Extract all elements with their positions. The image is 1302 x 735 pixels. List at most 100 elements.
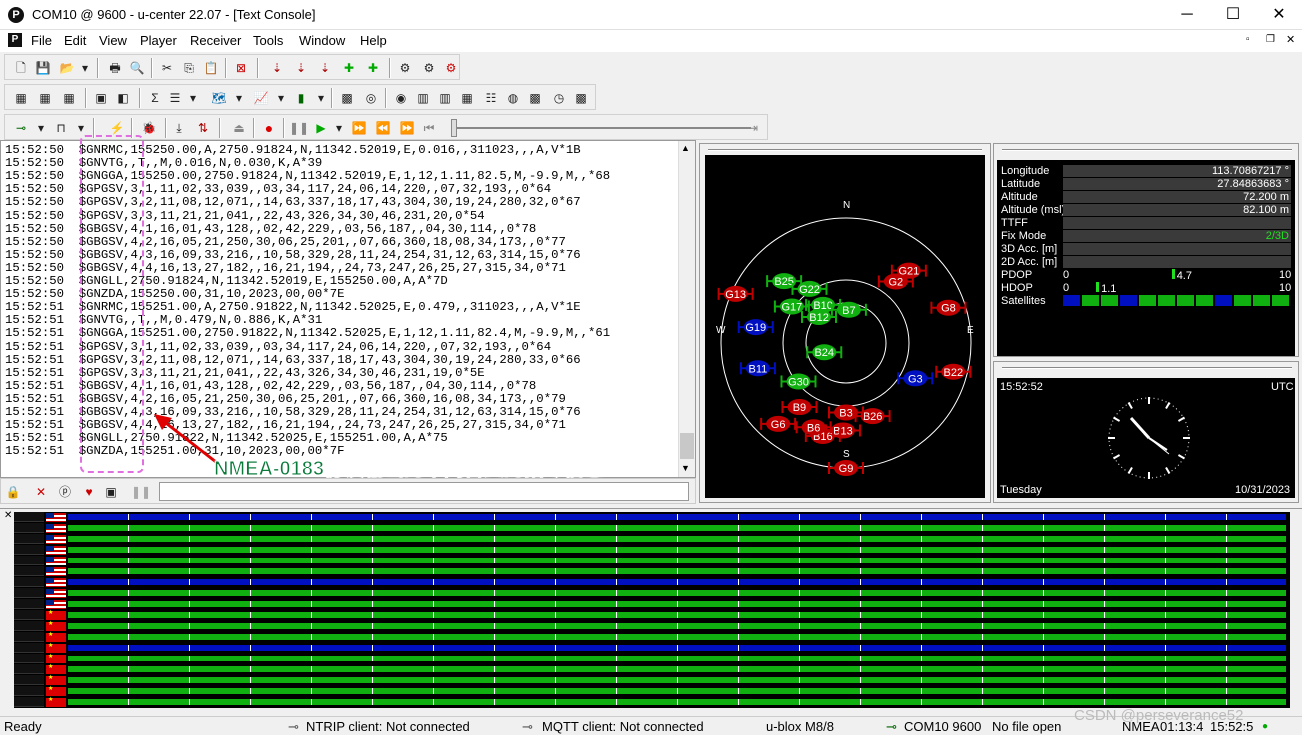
pc-icon[interactable]: ⓟ bbox=[55, 482, 75, 502]
step-back-icon[interactable]: ⏪ bbox=[373, 118, 393, 138]
sky-view-icon[interactable]: ◎ bbox=[361, 88, 381, 108]
print-preview-icon[interactable]: 🔍 bbox=[127, 58, 147, 78]
dropdown-arrow-icon[interactable]: ▾ bbox=[35, 118, 47, 138]
timeline-close-icon[interactable]: ✕ bbox=[4, 510, 12, 521]
download-icon[interactable]: ⤓ bbox=[169, 118, 189, 138]
debug-w-icon[interactable]: ⇣ bbox=[291, 58, 311, 78]
menu-player[interactable]: Player bbox=[140, 33, 177, 48]
satellite-icon[interactable]: ▦ bbox=[457, 88, 477, 108]
satellite-label: B9 bbox=[793, 402, 806, 414]
map-view-icon[interactable]: 🗺 bbox=[209, 88, 229, 108]
timeline-signal-bar bbox=[68, 633, 1286, 640]
save-icon[interactable]: 💾 bbox=[33, 58, 53, 78]
menu-receiver[interactable]: Receiver bbox=[190, 33, 241, 48]
menu-file[interactable]: File bbox=[31, 33, 52, 48]
bug-icon[interactable]: 🐞 bbox=[139, 118, 159, 138]
playback-slider-handle[interactable] bbox=[451, 119, 457, 137]
delete-icon[interactable]: ⊠ bbox=[231, 58, 251, 78]
heart-icon[interactable]: ♥ bbox=[79, 482, 99, 502]
sky-view: N S E W G21 G2 G8 G3 B22 B26 B3 B13 B16 B6 B9 G6 G9 G… bbox=[705, 155, 985, 498]
paste-icon[interactable]: 📋 bbox=[201, 58, 221, 78]
menu-help[interactable]: Help bbox=[360, 33, 387, 48]
timeline-scrollbar[interactable] bbox=[1290, 512, 1300, 708]
console-scrollbar[interactable]: ▲ ▼ bbox=[678, 141, 695, 477]
playback-slider[interactable] bbox=[451, 127, 751, 129]
settings-map-icon[interactable]: ▩ bbox=[525, 88, 545, 108]
dropdown-arrow-icon[interactable]: ▾ bbox=[187, 88, 199, 108]
packet-icon[interactable]: ▦ bbox=[11, 88, 31, 108]
mdi-minimize-icon[interactable]: ▫ bbox=[1246, 34, 1250, 45]
copy-icon[interactable]: ⎘ bbox=[179, 58, 199, 78]
eject-icon[interactable]: ⏏ bbox=[229, 118, 249, 138]
menu-edit[interactable]: Edit bbox=[64, 33, 86, 48]
close-button[interactable]: ✕ bbox=[1256, 0, 1302, 30]
scroll-thumb[interactable] bbox=[680, 433, 694, 459]
maximize-button[interactable]: ☐ bbox=[1210, 0, 1256, 30]
print-icon[interactable]: 🖶 bbox=[105, 58, 125, 78]
debug-c-icon[interactable]: ⇣ bbox=[315, 58, 335, 78]
tool-icon[interactable]: ▩ bbox=[571, 88, 591, 108]
dropdown-arrow-icon[interactable]: ▾ bbox=[233, 88, 245, 108]
record-icon[interactable]: ● bbox=[259, 118, 279, 138]
text-icon[interactable]: ▦ bbox=[59, 88, 79, 108]
clock-icon[interactable]: ◷ bbox=[549, 88, 569, 108]
dop-max: 10 bbox=[1279, 269, 1292, 281]
message-add-icon[interactable]: ✚ bbox=[363, 58, 383, 78]
debug-h-icon[interactable]: ⇣ bbox=[267, 58, 287, 78]
console-filter-input[interactable] bbox=[159, 482, 689, 501]
gear-red-icon[interactable]: ⚙ bbox=[441, 58, 461, 78]
sum-icon[interactable]: Σ bbox=[145, 88, 165, 108]
connect-icon[interactable]: ⊸ bbox=[11, 118, 31, 138]
dropdown-arrow-icon[interactable]: ▾ bbox=[315, 88, 327, 108]
end-icon[interactable]: ⇥ bbox=[743, 118, 763, 138]
cut-icon[interactable]: ✂ bbox=[157, 58, 177, 78]
histogram-icon[interactable]: ▮ bbox=[291, 88, 311, 108]
gear-icon[interactable]: ⚙ bbox=[395, 58, 415, 78]
status-bar: Ready ⊸ NTRIP client: Not connected ⊸ MQ… bbox=[0, 707, 1302, 735]
baud-icon[interactable]: ⊓ bbox=[51, 118, 71, 138]
new-file-icon[interactable]: 🗋 bbox=[11, 58, 31, 78]
pause-icon[interactable]: ❚❚ bbox=[289, 118, 309, 138]
table-view-icon[interactable]: ☰ bbox=[165, 88, 185, 108]
lock-icon[interactable]: 🔒 bbox=[3, 482, 23, 502]
dropdown-arrow-icon[interactable]: ▾ bbox=[275, 88, 287, 108]
menu-window[interactable]: Window bbox=[299, 33, 345, 48]
menu-view[interactable]: View bbox=[99, 33, 127, 48]
bar-icon[interactable]: ▥ bbox=[435, 88, 455, 108]
list-icon[interactable]: ☷ bbox=[481, 88, 501, 108]
status-mqtt: MQTT client: Not connected bbox=[542, 719, 704, 734]
signal-icon[interactable]: ▥ bbox=[413, 88, 433, 108]
timeline-signal-bar bbox=[68, 612, 1286, 618]
menu-tools[interactable]: Tools bbox=[253, 33, 283, 48]
annotation-text: NMEA-0183协议输出的不同含义的指令信息 bbox=[213, 458, 605, 481]
binary-icon[interactable]: ▦ bbox=[35, 88, 55, 108]
open-folder-icon[interactable]: 📂 bbox=[57, 58, 77, 78]
fix-label: Longitude bbox=[1001, 165, 1050, 177]
dropdown-arrow-icon[interactable]: ▾ bbox=[333, 118, 345, 138]
flag-cn-icon: ★ bbox=[46, 675, 66, 686]
play-icon[interactable]: ▶ bbox=[311, 118, 331, 138]
rewind-icon[interactable]: ⏮ bbox=[419, 118, 439, 138]
compass-icon[interactable]: ◉ bbox=[391, 88, 411, 108]
scroll-up-icon[interactable]: ▲ bbox=[681, 143, 690, 153]
config-icon[interactable]: ⇅ bbox=[193, 118, 213, 138]
globe-icon[interactable]: ◍ bbox=[503, 88, 523, 108]
fast-forward-icon[interactable]: ⏩ bbox=[349, 118, 369, 138]
mdi-restore-icon[interactable]: ❐ bbox=[1266, 34, 1275, 45]
timeline-signal-bar bbox=[68, 699, 1286, 705]
window-view-icon[interactable]: ◧ bbox=[113, 88, 133, 108]
gear-config-icon[interactable]: ⚙ bbox=[419, 58, 439, 78]
deviation-icon[interactable]: ▩ bbox=[337, 88, 357, 108]
tile-view-icon[interactable]: ▣ bbox=[91, 88, 111, 108]
clear-icon[interactable]: ✕ bbox=[31, 482, 51, 502]
pause-disabled-icon: ❚❚ bbox=[131, 485, 152, 499]
dropdown-arrow-icon[interactable]: ▾ bbox=[79, 58, 91, 78]
monitor-icon[interactable]: ▣ bbox=[101, 482, 121, 502]
step-forward-icon[interactable]: ⏩ bbox=[397, 118, 417, 138]
mdi-close-icon[interactable]: ✕ bbox=[1286, 33, 1295, 46]
message-icon[interactable]: ✚ bbox=[339, 58, 359, 78]
minimize-button[interactable]: ─ bbox=[1164, 0, 1210, 30]
flag-cn-icon: ★ bbox=[46, 643, 66, 653]
scroll-down-icon[interactable]: ▼ bbox=[681, 463, 690, 473]
chart-view-icon[interactable]: 📈 bbox=[251, 88, 271, 108]
